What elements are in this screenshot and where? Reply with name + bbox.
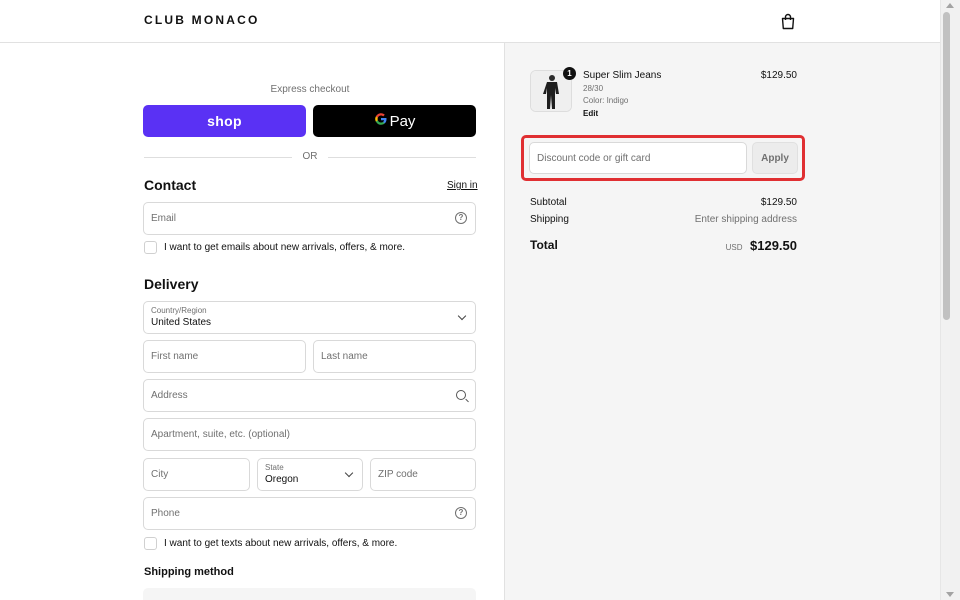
shopping-bag-icon[interactable] [780,13,796,30]
shipping-method-title: Shipping method [144,566,234,578]
chevron-down-icon [457,311,467,321]
zip-field[interactable]: ZIP code [370,458,476,491]
country-label: Country/Region [151,306,207,315]
subtotal-row: Subtotal $129.50 [530,197,797,208]
total-label: Total [530,238,558,252]
sms-optin-checkbox[interactable] [144,536,157,550]
brand-logo[interactable]: CLUB MONACO [144,13,260,27]
sign-in-link[interactable]: Sign in [447,180,478,191]
product-size: 28/30 [583,84,604,93]
google-g-logo-icon [374,113,387,125]
state-label: State [265,463,284,472]
product-color: Color: Indigo [583,96,629,105]
state-value: Oregon [265,474,299,485]
scroll-up-arrow-icon[interactable] [946,3,954,8]
product-price: $129.50 [760,70,797,81]
product-name: Super Slim Jeans [583,70,662,81]
total-value: $129.50 [750,238,797,253]
discount-code-input[interactable]: Discount code or gift card [529,142,747,174]
address-field[interactable]: Address [143,379,476,412]
discount-placeholder: Discount code or gift card [537,153,651,164]
state-select[interactable]: State Oregon [257,458,363,491]
shop-pay-label: shop [207,113,242,129]
chevron-down-icon [344,468,354,478]
shipping-method-placeholder [143,588,476,600]
delivery-title: Delivery [144,276,199,292]
help-icon[interactable]: ? [455,507,467,519]
email-optin-checkbox[interactable] [144,240,157,254]
currency-code: USD [725,243,743,252]
google-pay-button[interactable]: Pay [313,105,476,137]
city-placeholder: City [151,469,169,480]
shipping-label: Shipping [530,214,569,225]
scroll-thumb[interactable] [943,12,950,320]
email-field[interactable]: Email ? [143,202,476,235]
address-placeholder: Address [151,390,188,401]
subtotal-value: $129.50 [760,197,797,208]
edit-item-link[interactable]: Edit [583,109,598,118]
first-name-placeholder: First name [151,351,199,362]
first-name-field[interactable]: First name [143,340,306,373]
help-icon[interactable]: ? [455,212,467,224]
page-scrollbar[interactable] [940,0,960,600]
city-field[interactable]: City [143,458,250,491]
country-select[interactable]: Country/Region United States [143,301,476,334]
quantity-badge: 1 [563,67,576,80]
or-divider: OR [144,150,476,164]
subtotal-label: Subtotal [530,197,567,208]
email-placeholder: Email [151,213,177,224]
phone-placeholder: Phone [151,508,180,519]
shipping-row: Shipping Enter shipping address [530,214,797,225]
divider-line-right [328,157,476,158]
search-icon [456,390,466,400]
email-optin-label: I want to get emails about new arrivals,… [164,241,406,253]
shop-pay-button[interactable]: shop [143,105,306,137]
apartment-field[interactable]: Apartment, suite, etc. (optional) [143,418,476,451]
scroll-down-arrow-icon[interactable] [946,592,954,597]
last-name-field[interactable]: Last name [313,340,476,373]
express-checkout-label: Express checkout [270,84,350,95]
order-summary-panel [504,43,940,600]
google-g-icon [374,112,388,130]
shipping-value: Enter shipping address [694,214,797,225]
last-name-placeholder: Last name [321,351,368,362]
apply-discount-button[interactable]: Apply [752,142,798,174]
sms-optin-label: I want to get texts about new arrivals, … [164,537,398,549]
phone-field[interactable]: Phone ? [143,497,476,530]
zip-placeholder: ZIP code [378,469,418,480]
email-optin-row[interactable]: I want to get emails about new arrivals,… [144,240,405,254]
country-value: United States [151,317,212,328]
apartment-placeholder: Apartment, suite, etc. (optional) [151,429,290,440]
sms-optin-row[interactable]: I want to get texts about new arrivals, … [144,536,397,550]
contact-title: Contact [144,177,197,193]
site-header: CLUB MONACO [0,0,940,43]
google-pay-label: Pay [389,112,416,130]
total-amount: USD $129.50 [680,237,797,255]
